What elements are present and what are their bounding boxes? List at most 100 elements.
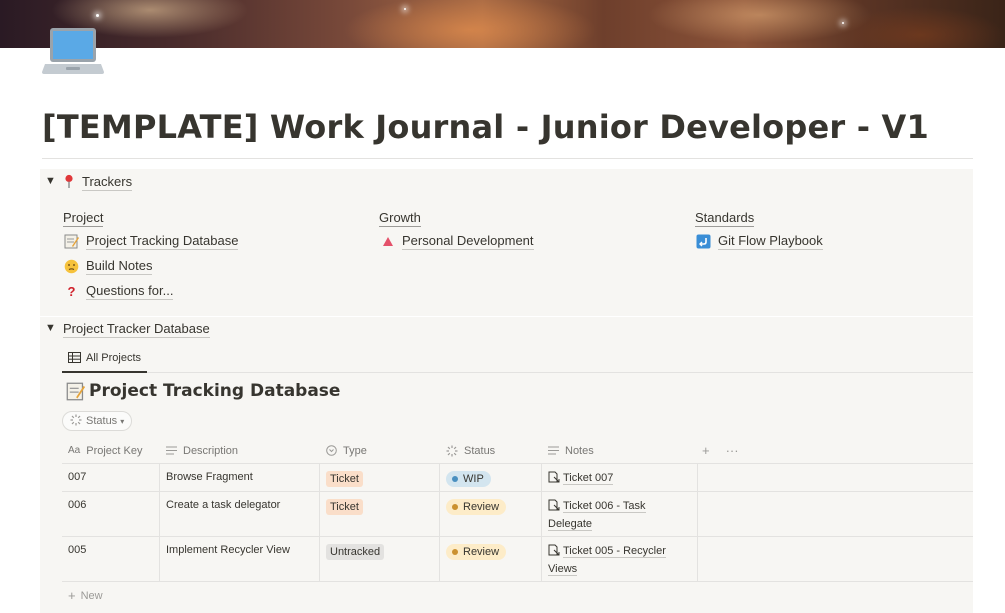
link-label: Personal Development (402, 233, 534, 250)
cell-status[interactable]: Review (440, 492, 542, 536)
plus-icon: + (68, 588, 76, 603)
status-badge: Review (446, 544, 507, 560)
lines-icon (166, 446, 177, 455)
toggle-arrow-icon[interactable]: ▼ (45, 322, 56, 334)
header-actions: + ··· (702, 437, 755, 464)
cell-empty (698, 464, 973, 491)
status-label: Review (463, 501, 500, 513)
status-badge: Review (446, 499, 507, 515)
cell-description[interactable]: Create a task delegator (160, 492, 320, 536)
cell-status[interactable]: WIP (440, 464, 542, 491)
column-header-type[interactable]: Type (320, 437, 440, 464)
laptop-icon[interactable] (42, 26, 104, 78)
filter-label: Status (86, 415, 118, 427)
toggle-title-project-tracker[interactable]: Project Tracker Database (63, 321, 210, 338)
cell-description[interactable]: Implement Recycler View (160, 537, 320, 581)
column-header-description[interactable]: Description (160, 437, 320, 464)
divider (42, 158, 973, 159)
database-title[interactable]: Project Tracking Database (66, 381, 340, 401)
status-label: Review (463, 546, 500, 558)
tab-all-projects[interactable]: All Projects (62, 344, 148, 373)
more-options-button[interactable]: ··· (726, 443, 739, 458)
table-header: Aa Project Key Description Type Status N… (62, 437, 973, 464)
page-title[interactable]: [TEMPLATE] Work Journal - Junior Develop… (42, 108, 982, 146)
column-header-notes[interactable]: Notes (542, 437, 698, 464)
cell-project-key[interactable]: 007 (62, 464, 160, 491)
lines-icon (548, 446, 559, 455)
project-tracker-toggle-block: ▼ Project Tracker Database All Projects … (40, 317, 973, 613)
table-icon (68, 352, 81, 363)
link-build-notes[interactable]: Build Notes (63, 258, 153, 275)
status-spinner-icon (70, 414, 82, 429)
type-tag: Ticket (326, 471, 363, 487)
return-arrow-icon (695, 233, 712, 250)
cell-type[interactable]: Untracked (320, 537, 440, 581)
status-filter-chip[interactable]: Status ▾ (62, 411, 133, 431)
database-table: Aa Project Key Description Type Status N… (62, 437, 973, 609)
note-link-label: Ticket 005 - Recycler (563, 545, 666, 558)
link-label: Questions for... (86, 283, 174, 300)
column-header-label: Notes (565, 444, 594, 457)
column-heading-standards[interactable]: Standards (695, 210, 755, 227)
note-link-label-cont: Views (548, 563, 578, 576)
cell-notes[interactable]: Ticket 007 (542, 464, 698, 491)
memo-icon (63, 233, 80, 250)
memo-icon (66, 382, 85, 401)
cell-status[interactable]: Review (440, 537, 542, 581)
add-new-row-button[interactable]: + New (62, 582, 973, 609)
add-column-button[interactable]: + (702, 443, 710, 458)
cell-empty (698, 492, 973, 536)
triangle-up-icon (379, 233, 396, 250)
column-header-label: Status (464, 444, 496, 457)
type-tag: Untracked (326, 544, 385, 560)
table-row[interactable]: 005 Implement Recycler View Untracked Re… (62, 537, 973, 582)
link-questions-for[interactable]: ? Questions for... (63, 283, 174, 300)
column-header-label: Type (343, 444, 367, 457)
column-heading-project[interactable]: Project (63, 210, 104, 227)
toggle-arrow-icon[interactable]: ▼ (45, 175, 56, 187)
note-link-label: Ticket 007 (563, 472, 614, 485)
column-heading-growth[interactable]: Growth (379, 210, 421, 227)
page-cover-image[interactable] (0, 0, 1005, 48)
page-link-icon (548, 544, 560, 556)
link-label: Git Flow Playbook (718, 233, 823, 250)
status-dot (452, 476, 458, 482)
cell-notes[interactable]: Ticket 006 - Task Delegate (542, 492, 698, 536)
status-spinner-icon (446, 445, 458, 457)
cell-type[interactable]: Ticket (320, 464, 440, 491)
cell-project-key[interactable]: 005 (62, 537, 160, 581)
cell-notes[interactable]: Ticket 005 - Recycler Views (542, 537, 698, 581)
link-project-tracking-database[interactable]: Project Tracking Database (63, 233, 239, 250)
column-header-project-key[interactable]: Aa Project Key (62, 437, 160, 464)
status-label: WIP (463, 473, 484, 485)
chevron-down-icon: ▾ (120, 416, 125, 426)
new-row-label: New (80, 589, 103, 602)
question-mark-icon: ? (67, 284, 76, 299)
status-dot (452, 504, 458, 510)
cell-type[interactable]: Ticket (320, 492, 440, 536)
cell-project-key[interactable]: 006 (62, 492, 160, 536)
note-link-label: Ticket 006 - Task (563, 500, 646, 513)
pushpin-icon (63, 174, 75, 194)
cell-description[interactable]: Browse Fragment (160, 464, 320, 491)
column-header-label: Description (183, 444, 239, 457)
page-link-icon (548, 471, 560, 483)
link-git-flow-playbook[interactable]: Git Flow Playbook (695, 233, 823, 250)
table-row[interactable]: 006 Create a task delegator Ticket Revie… (62, 492, 973, 537)
table-row[interactable]: 007 Browse Fragment Ticket WIP Ticket 00… (62, 464, 973, 492)
page-link-icon (548, 499, 560, 511)
toggle-title-trackers[interactable]: Trackers (82, 174, 133, 191)
tab-label: All Projects (86, 351, 142, 364)
link-label: Build Notes (86, 258, 153, 275)
thinking-face-icon (63, 258, 80, 275)
cover-star (842, 22, 844, 24)
column-header-status[interactable]: Status (440, 437, 542, 464)
status-badge: WIP (446, 471, 491, 487)
status-dot (452, 549, 458, 555)
link-personal-development[interactable]: Personal Development (379, 233, 534, 250)
text-aa-icon: Aa (68, 445, 81, 456)
cover-star (96, 14, 99, 17)
type-tag: Ticket (326, 499, 363, 515)
cover-star (404, 8, 406, 10)
trackers-toggle-block: ▼ Trackers Project Project Tracking Data… (40, 169, 973, 316)
